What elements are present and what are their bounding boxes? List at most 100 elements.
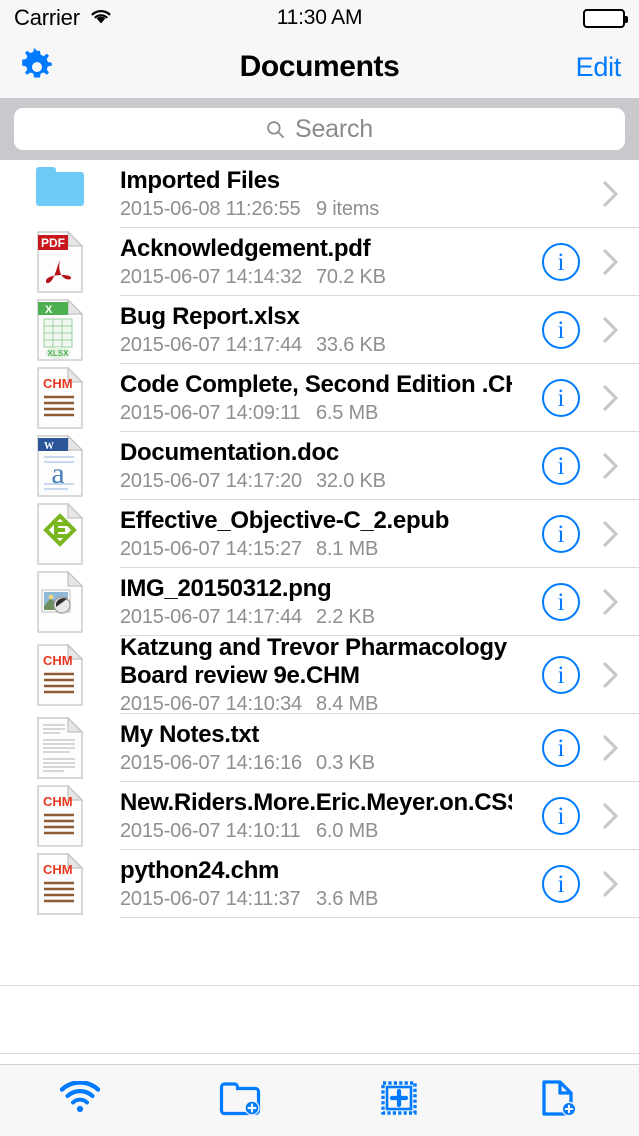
- file-date: 2015-06-08 11:26:55: [120, 197, 301, 220]
- row-accessories: i: [520, 515, 639, 553]
- info-button[interactable]: i: [542, 447, 580, 485]
- table-row[interactable]: CHM Katzung and Trevor Pharmacology Boar…: [0, 634, 639, 716]
- file-meta: 2015-06-07 14:16:16 0.3 KB: [120, 752, 512, 775]
- edit-button[interactable]: Edit: [576, 52, 622, 83]
- table-row[interactable]: X XLSX Bug Report.xlsx 2015-06-07 14:17:…: [0, 296, 639, 364]
- svg-text:W: W: [44, 441, 54, 452]
- chevron-right-icon[interactable]: [602, 179, 620, 209]
- chevron-right-icon[interactable]: [602, 451, 620, 481]
- table-row[interactable]: CHM Code Complete, Second Edition .CHM 2…: [0, 364, 639, 432]
- new-folder-button[interactable]: [160, 1065, 320, 1136]
- chevron-right-icon[interactable]: [602, 383, 620, 413]
- file-date: 2015-06-07 14:09:11: [120, 401, 301, 424]
- table-row[interactable]: CHM python24.chm 2015-06-07 14:11:37 3.6…: [0, 850, 639, 918]
- file-size: 6.5 MB: [316, 401, 379, 424]
- epub-file-icon: [34, 502, 86, 566]
- row-accessories: i: [520, 311, 639, 349]
- file-date: 2015-06-07 14:10:34: [120, 692, 302, 715]
- xlsx-file-icon: X XLSX: [34, 298, 86, 362]
- row-text: New.Riders.More.Eric.Meyer.on.CSS.chm 20…: [94, 789, 520, 843]
- svg-text:PDF: PDF: [41, 236, 65, 250]
- file-name: Documentation.doc: [120, 439, 339, 467]
- file-date: 2015-06-07 14:11:37: [120, 887, 301, 910]
- chevron-right-icon[interactable]: [602, 733, 620, 763]
- gear-icon[interactable]: [18, 47, 56, 86]
- row-text: IMG_20150312.png 2015-06-07 14:17:44 2.2…: [94, 575, 520, 629]
- file-meta: 2015-06-07 14:17:44 2.2 KB: [120, 606, 512, 629]
- chevron-right-icon[interactable]: [602, 587, 620, 617]
- file-date: 2015-06-07 14:10:11: [120, 819, 301, 842]
- chevron-right-icon[interactable]: [602, 660, 620, 690]
- file-date: 2015-06-07 14:17:20: [120, 469, 302, 492]
- info-button[interactable]: i: [542, 583, 580, 621]
- row-text: Katzung and Trevor Pharmacology Board re…: [94, 634, 520, 716]
- chm-file-icon: CHM: [34, 643, 86, 707]
- file-meta: 2015-06-07 14:14:32 70.2 KB: [120, 266, 512, 289]
- table-row[interactable]: W a Documentation.doc 2015-06-07 14:17:2…: [0, 432, 639, 500]
- table-row[interactable]: IMG_20150312.png 2015-06-07 14:17:44 2.2…: [0, 568, 639, 636]
- info-button[interactable]: i: [542, 379, 580, 417]
- row-text: Documentation.doc 2015-06-07 14:17:20 32…: [94, 439, 520, 493]
- file-meta: 2015-06-07 14:10:34 8.4 MB: [120, 693, 512, 716]
- row-text: My Notes.txt 2015-06-07 14:16:16 0.3 KB: [94, 721, 520, 775]
- info-button[interactable]: i: [542, 865, 580, 903]
- row-text: Bug Report.xlsx 2015-06-07 14:17:44 33.6…: [94, 303, 520, 357]
- file-name: Effective_Objective-C_2.epub: [120, 507, 450, 535]
- chevron-right-icon[interactable]: [602, 869, 620, 899]
- file-date: 2015-06-07 14:14:32: [120, 265, 302, 288]
- chevron-right-icon[interactable]: [602, 519, 620, 549]
- file-date: 2015-06-07 14:17:44: [120, 333, 302, 356]
- row-accessories: i: [520, 379, 639, 417]
- file-meta: 2015-06-07 14:15:27 8.1 MB: [120, 538, 512, 561]
- info-button[interactable]: i: [542, 797, 580, 835]
- wifi-transfer-icon: [58, 1080, 102, 1120]
- info-button[interactable]: i: [542, 243, 580, 281]
- row-text: python24.chm 2015-06-07 14:11:37 3.6 MB: [94, 857, 520, 911]
- info-button[interactable]: i: [542, 515, 580, 553]
- new-file-icon: [540, 1078, 578, 1123]
- row-text: Imported Files 2015-06-08 11:26:55 9 ite…: [94, 167, 520, 221]
- file-name: New.Riders.More.Eric.Meyer.on.CSS.chm: [120, 789, 512, 817]
- table-row[interactable]: Effective_Objective-C_2.epub 2015-06-07 …: [0, 500, 639, 568]
- search-bar-container: Search: [0, 98, 639, 160]
- add-photo-button[interactable]: [320, 1065, 480, 1136]
- status-bar-clock: 11:30 AM: [276, 6, 363, 29]
- row-accessories: i: [520, 729, 639, 767]
- file-size: 33.6 KB: [316, 333, 386, 356]
- row-accessories: i: [520, 865, 639, 903]
- file-list[interactable]: Imported Files 2015-06-08 11:26:55 9 ite…: [0, 160, 639, 1064]
- row-text: Acknowledgement.pdf 2015-06-07 14:14:32 …: [94, 235, 520, 289]
- battery-full-icon: [583, 8, 628, 28]
- wifi-transfer-button[interactable]: [0, 1065, 160, 1136]
- table-row[interactable]: My Notes.txt 2015-06-07 14:16:16 0.3 KB …: [0, 714, 639, 782]
- table-row[interactable]: PDF Acknowledgement.pdf 2015-06-07 14:14…: [0, 228, 639, 296]
- file-name: Imported Files: [120, 167, 280, 195]
- file-date: 2015-06-07 14:15:27: [120, 537, 302, 560]
- row-icon: [26, 716, 94, 780]
- chm-file-icon: CHM: [34, 366, 86, 430]
- row-icon: PDF: [26, 230, 94, 294]
- file-size: 0.3 KB: [316, 751, 375, 774]
- table-row[interactable]: Imported Files 2015-06-08 11:26:55 9 ite…: [0, 160, 639, 228]
- search-icon: [266, 120, 285, 139]
- search-input[interactable]: Search: [14, 108, 625, 150]
- pdf-file-icon: PDF: [34, 230, 86, 294]
- file-meta: 2015-06-07 14:17:20 32.0 KB: [120, 470, 512, 493]
- chm-file-icon: CHM: [34, 784, 86, 848]
- info-button[interactable]: i: [542, 729, 580, 767]
- svg-text:CHM: CHM: [43, 653, 73, 668]
- row-icon: CHM: [26, 784, 94, 848]
- table-row[interactable]: CHM New.Riders.More.Eric.Meyer.on.CSS.ch…: [0, 782, 639, 850]
- svg-text:CHM: CHM: [43, 376, 73, 391]
- file-size: 32.0 KB: [316, 469, 386, 492]
- file-name: Katzung and Trevor Pharmacology Board re…: [120, 634, 507, 689]
- row-accessories: [520, 179, 639, 209]
- chevron-right-icon[interactable]: [602, 315, 620, 345]
- chevron-right-icon[interactable]: [602, 801, 620, 831]
- status-bar-right: [583, 8, 628, 28]
- info-button[interactable]: i: [542, 656, 580, 694]
- new-file-button[interactable]: [479, 1065, 639, 1136]
- page-title: Documents: [239, 50, 400, 83]
- chevron-right-icon[interactable]: [602, 247, 620, 277]
- info-button[interactable]: i: [542, 311, 580, 349]
